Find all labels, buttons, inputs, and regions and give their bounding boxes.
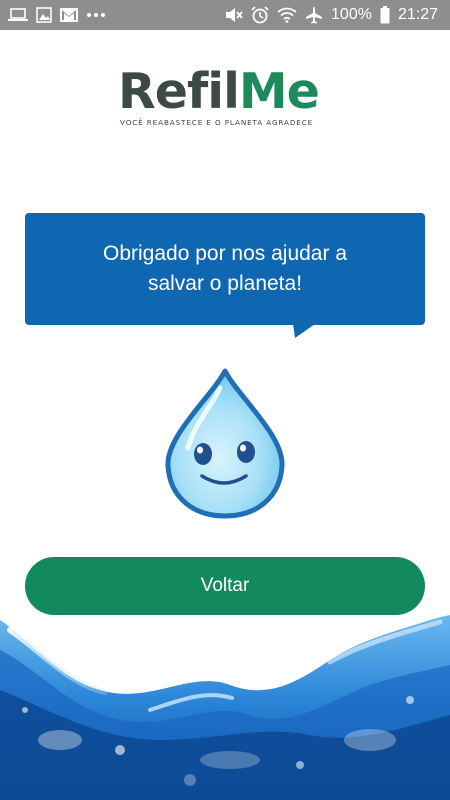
airplane-icon [305, 6, 323, 24]
app-logo: RefilMe VOCÊ REABASTECE E O PLANETA AGRA… [118, 66, 334, 130]
more-dots-icon [86, 12, 106, 18]
mute-icon [225, 7, 243, 23]
water-drop-mascot-icon [165, 368, 285, 519]
clock: 21:27 [397, 6, 438, 23]
wifi-icon [277, 7, 297, 23]
status-bar: 100% 21:27 [0, 0, 450, 30]
logo-wordmark: RefilMe [118, 66, 334, 118]
alarm-icon [251, 6, 269, 24]
message-line-1: Obrigado por nos ajudar a [103, 242, 347, 265]
battery-icon [380, 6, 390, 24]
bubble-tail [293, 324, 315, 338]
battery-percent: 100% [331, 6, 372, 23]
message-text: Obrigado por nos ajudar a salvar o plane… [103, 239, 347, 299]
logo-tagline: VOCÊ REABASTECE E O PLANETA AGRADECE [120, 118, 314, 127]
gmail-icon [60, 8, 78, 22]
logo-word-me: Me [238, 63, 320, 120]
image-icon [36, 7, 52, 23]
message-line-2: salvar o planeta! [147, 272, 303, 295]
message-bubble: Obrigado por nos ajudar a salvar o plane… [25, 213, 425, 325]
status-right-icons: 100% 21:27 [225, 6, 438, 24]
logo-word-refil: Refil [118, 63, 240, 120]
water-splash-image [0, 615, 450, 800]
status-left-icons [8, 7, 106, 23]
laptop-icon [8, 8, 28, 22]
